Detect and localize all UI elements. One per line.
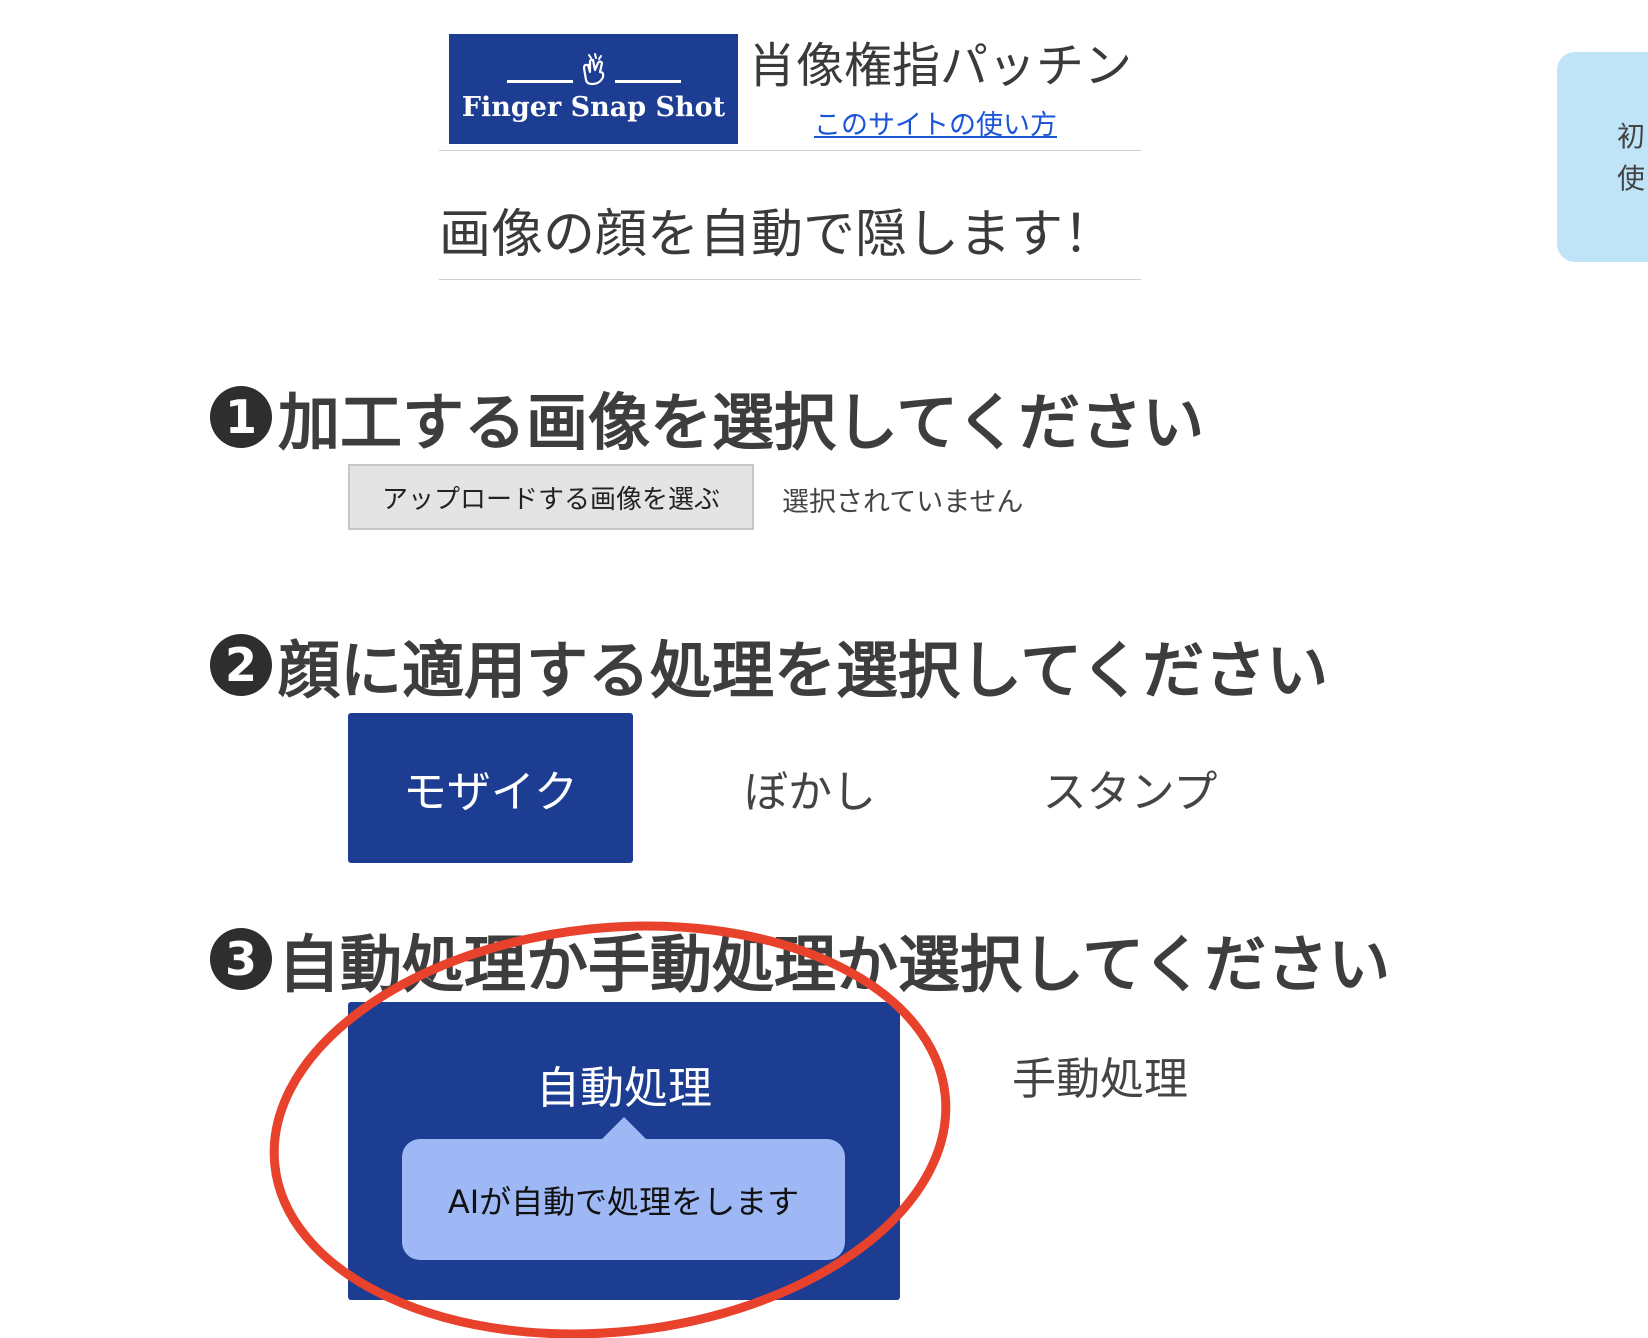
logo-text: Finger Snap Shot: [461, 92, 726, 123]
tagline: 画像の顔を自動で隠します！: [439, 205, 1116, 265]
step-2-title: 顔に適用する処理を選択してください: [278, 634, 1329, 707]
logo-line-left: [507, 80, 573, 83]
logo-line-right: [615, 80, 681, 83]
option-manual[interactable]: 手動処理: [990, 1040, 1210, 1110]
logo: Finger Snap Shot: [449, 34, 738, 144]
step-1-title: 加工する画像を選択してください: [278, 386, 1205, 459]
side-tab-char-2: 使: [1617, 162, 1646, 195]
side-help-tab[interactable]: 初 使: [1557, 52, 1648, 262]
step-3-heading: 3 自動処理か手動処理か選択してください: [210, 914, 1390, 1004]
divider-bottom: [439, 279, 1141, 280]
upload-image-button[interactable]: アップロードする画像を選ぶ: [348, 464, 754, 530]
step-2-number: 2: [210, 634, 272, 696]
site-name: 肖像権指パッチン: [748, 38, 1133, 94]
step-3-title: 自動処理か手動処理か選択してください: [278, 928, 1391, 1001]
option-blur[interactable]: ぼかし: [710, 753, 910, 823]
step-1-number: 1: [210, 386, 272, 448]
howto-link[interactable]: このサイトの使い方: [814, 103, 1057, 142]
auto-tooltip: AIが自動で処理をします: [402, 1139, 845, 1260]
side-tab-char-1: 初: [1617, 120, 1646, 153]
file-status: 選択されていません: [782, 487, 1024, 518]
finger-snap-icon: [582, 53, 605, 86]
step-2-heading: 2 顔に適用する処理を選択してください: [210, 620, 1328, 710]
step-1-heading: 1 加工する画像を選択してください: [210, 372, 1204, 462]
step-3-number: 3: [210, 928, 272, 990]
option-stamp[interactable]: スタンプ: [1020, 753, 1240, 823]
tooltip-arrow: [602, 1117, 646, 1139]
option-mosaic[interactable]: モザイク: [348, 713, 633, 863]
divider-top: [439, 150, 1141, 151]
